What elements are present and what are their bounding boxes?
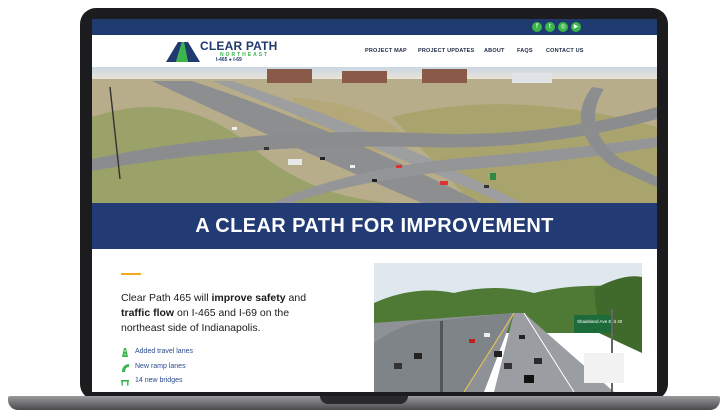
- laptop-notch: [320, 396, 408, 404]
- intro-paragraph: Clear Path 465 will improve safety and t…: [121, 291, 326, 336]
- road-logo-icon[interactable]: [164, 40, 200, 62]
- feature-label: Added travel lanes: [135, 348, 193, 355]
- accent-line: [121, 273, 141, 275]
- feature-label: 14 new bridges: [135, 377, 183, 384]
- road-icon: [122, 348, 128, 357]
- youtube-icon[interactable]: ▶: [571, 22, 581, 32]
- twitter-icon[interactable]: t: [545, 22, 555, 32]
- intro-text-2: and: [285, 292, 307, 304]
- nav-project-updates[interactable]: PROJECT UPDATES: [418, 48, 474, 54]
- browser-screen: f t ◎ ▶ CLEAR PATH NORTHEAST I-465 ● I-6…: [92, 19, 657, 392]
- logo-title[interactable]: CLEAR PATH: [200, 39, 278, 53]
- bridge-icon: [121, 380, 129, 386]
- highway-sign-text: Shadeland Ave Exit 40: [577, 319, 623, 324]
- logo-roads: I-465 ● I-69: [216, 57, 242, 63]
- nav-project-map[interactable]: PROJECT MAP: [365, 48, 407, 54]
- hero-heading: A CLEAR PATH FOR IMPROVEMENT: [195, 215, 554, 237]
- instagram-icon[interactable]: ◎: [558, 22, 568, 32]
- ramp-icon: [122, 364, 129, 372]
- intro-bold-1: improve safety: [211, 292, 286, 304]
- nav-faqs[interactable]: FAQS: [517, 48, 533, 54]
- top-bar: f t ◎ ▶: [92, 19, 657, 35]
- hero-image: [92, 67, 657, 203]
- nav-contact-us[interactable]: CONTACT US: [546, 48, 584, 54]
- highway-photo: Shadeland Ave Exit 40: [374, 263, 642, 392]
- feature-label: New ramp lanes: [135, 363, 186, 370]
- facebook-icon[interactable]: f: [532, 22, 542, 32]
- intro-text-1: Clear Path 465 will: [121, 292, 212, 304]
- nav-about[interactable]: ABOUT: [484, 48, 505, 54]
- intro-bold-2: traffic flow: [121, 307, 175, 319]
